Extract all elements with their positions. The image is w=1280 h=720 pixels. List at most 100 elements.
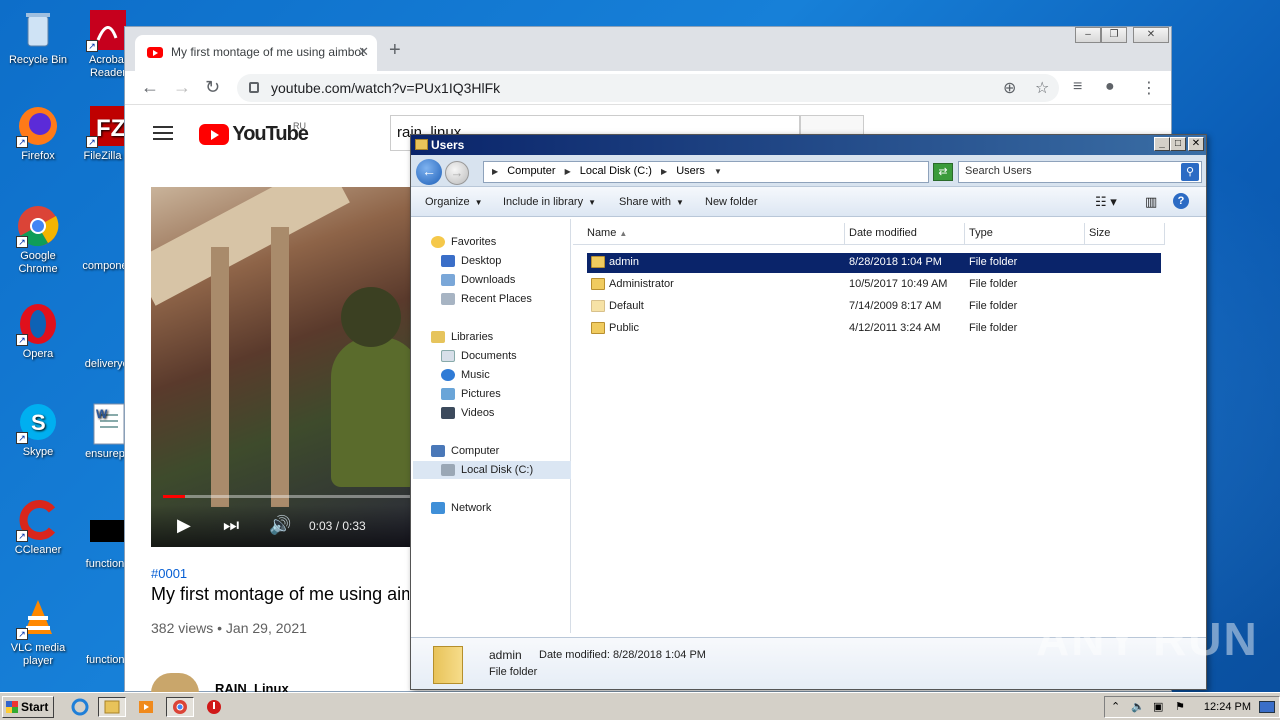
taskbar-explorer[interactable] xyxy=(98,697,126,717)
video-character xyxy=(331,337,411,487)
reload-icon[interactable]: ↻ xyxy=(205,77,220,98)
folder-icon xyxy=(591,256,605,268)
address-bar[interactable]: youtube.com/watch?v=PUx1IQ3HlFk xyxy=(237,74,1059,102)
video-player[interactable]: ▶ ⏭ 🔊 0:03 / 0:33 xyxy=(151,187,411,547)
desktop-icon-opera[interactable]: ↗ Opera xyxy=(0,302,76,361)
nav-music[interactable]: Music xyxy=(441,366,490,384)
profile-icon[interactable]: ● xyxy=(1105,78,1115,96)
video-progress-bar[interactable] xyxy=(163,495,411,498)
nav-pictures[interactable]: Pictures xyxy=(441,385,501,403)
search-input[interactable]: Search Users xyxy=(958,161,1202,183)
desktop-icon-recycle-bin[interactable]: Recycle Bin xyxy=(0,8,76,67)
youtube-logo[interactable]: YouTube RU xyxy=(199,121,309,146)
network-icon xyxy=(431,502,445,515)
file-row-administrator[interactable]: Administrator 10/5/2017 10:49 AM File fo… xyxy=(587,275,1161,295)
column-header-date[interactable]: Date modified xyxy=(845,223,965,245)
volume-icon[interactable]: 🔊 xyxy=(269,515,291,536)
nav-videos[interactable]: Videos xyxy=(441,404,494,422)
nav-favorites[interactable]: Favorites xyxy=(431,233,496,251)
nav-recent-places[interactable]: Recent Places xyxy=(441,290,532,308)
tab-close-icon[interactable]: ✕ xyxy=(358,44,369,60)
svg-text:FZ: FZ xyxy=(96,115,125,142)
add-icon[interactable]: ⊕ xyxy=(1003,78,1016,98)
new-tab-button[interactable]: + xyxy=(389,39,401,62)
desktop-icon-chrome[interactable]: ↗ Google Chrome xyxy=(0,204,76,276)
network-icon[interactable]: ▣ xyxy=(1153,700,1163,713)
column-header-size[interactable]: Size xyxy=(1085,223,1165,245)
maximize-button[interactable]: ❐ xyxy=(1101,27,1127,43)
explorer-window[interactable]: Users _ □ ✕ ← → ▶ Computer ▶ Local Disk … xyxy=(410,134,1207,690)
shortcut-arrow-icon: ↗ xyxy=(86,136,98,148)
desktop-icon-vlc[interactable]: ↗ VLC media player xyxy=(0,596,76,668)
menu-dots-icon[interactable]: ⋮ xyxy=(1141,78,1157,98)
explorer-title-bar[interactable]: Users _ □ ✕ xyxy=(411,135,1206,155)
close-button[interactable]: ✕ xyxy=(1188,137,1204,151)
taskbar-stop[interactable] xyxy=(200,697,228,717)
desktop-icon-firefox[interactable]: ↗ Firefox xyxy=(0,104,76,163)
minimize-button[interactable]: _ xyxy=(1154,137,1170,151)
sort-ascending-icon: ▲ xyxy=(619,229,628,238)
skype-icon: S ↗ xyxy=(16,400,60,444)
browser-tab[interactable]: My first montage of me using aimbot ✕ xyxy=(135,35,377,71)
channel-avatar[interactable] xyxy=(151,673,199,693)
file-row-public[interactable]: Public 4/12/2011 3:24 AM File folder xyxy=(587,319,1161,339)
search-icon[interactable]: ⚲ xyxy=(1181,163,1199,181)
back-arrow-icon[interactable]: ← xyxy=(141,77,159,98)
taskbar-ie[interactable] xyxy=(66,697,94,717)
show-desktop-icon[interactable] xyxy=(1259,701,1275,713)
file-name: Public xyxy=(609,322,639,334)
view-options-icon[interactable]: ☷ ▾ xyxy=(1095,194,1117,210)
forward-arrow-icon[interactable]: → xyxy=(173,77,191,98)
desktop-icon-skype[interactable]: S ↗ Skype xyxy=(0,400,76,459)
video-frame-plank xyxy=(151,187,350,306)
chevron-down-icon: ▼ xyxy=(714,167,722,176)
star-icon[interactable]: ☆ xyxy=(1035,78,1049,98)
volume-icon[interactable]: 🔈 xyxy=(1131,700,1145,713)
refresh-icon[interactable]: ⇄ xyxy=(933,163,953,181)
column-header-type[interactable]: Type xyxy=(965,223,1085,245)
taskbar-chrome[interactable] xyxy=(166,697,194,717)
hamburger-menu-icon[interactable] xyxy=(153,126,173,140)
organize-menu[interactable]: Organize ▼ xyxy=(425,196,483,208)
action-center-flag-icon[interactable]: ⚑ xyxy=(1175,700,1185,713)
start-button[interactable]: Start xyxy=(2,696,54,718)
nav-local-disk[interactable]: Local Disk (C:) xyxy=(413,461,571,479)
include-in-library-menu[interactable]: Include in library ▼ xyxy=(503,196,596,208)
forward-arrow-icon[interactable]: → xyxy=(445,161,469,185)
close-button[interactable]: ✕ xyxy=(1133,27,1169,43)
preview-pane-icon[interactable]: ▥ xyxy=(1145,194,1157,210)
nav-libraries[interactable]: Libraries xyxy=(431,328,493,346)
play-icon[interactable]: ▶ xyxy=(177,515,191,536)
breadcrumb-computer[interactable]: Computer xyxy=(507,165,555,177)
desktop-icon-ccleaner[interactable]: ↗ CCleaner xyxy=(0,498,76,557)
share-with-menu[interactable]: Share with ▼ xyxy=(619,196,684,208)
column-header-name[interactable]: Name ▲ xyxy=(573,223,845,245)
file-row-default[interactable]: Default 7/14/2009 8:17 AM File folder xyxy=(587,297,1161,317)
nav-computer[interactable]: Computer xyxy=(431,442,499,460)
vlc-icon: ↗ xyxy=(16,596,60,640)
chevron-down-icon: ▼ xyxy=(588,198,597,207)
help-icon[interactable]: ? xyxy=(1173,193,1189,209)
clock[interactable]: 12:24 PM xyxy=(1204,701,1251,713)
breadcrumb[interactable]: ▶ Computer ▶ Local Disk (C:) ▶ Users ▼ xyxy=(483,161,929,183)
column-label: Name xyxy=(587,227,617,239)
minimize-button[interactable]: ‒ xyxy=(1075,27,1101,43)
file-name: Default xyxy=(609,300,644,312)
maximize-button[interactable]: □ xyxy=(1170,137,1186,151)
taskbar-media-player[interactable] xyxy=(132,697,160,717)
file-row-admin[interactable]: admin 8/28/2018 1:04 PM File folder xyxy=(587,253,1161,273)
nav-label: Favorites xyxy=(451,236,497,248)
next-icon[interactable]: ⏭ xyxy=(223,515,239,536)
nav-documents[interactable]: Documents xyxy=(441,347,517,365)
media-queue-icon[interactable]: ≡ xyxy=(1073,78,1082,96)
breadcrumb-users[interactable]: Users xyxy=(676,165,705,177)
breadcrumb-local-disk[interactable]: Local Disk (C:) xyxy=(580,165,652,177)
show-hidden-icons-icon[interactable]: ⌃ xyxy=(1111,700,1120,713)
nav-desktop[interactable]: Desktop xyxy=(441,252,501,270)
nav-network[interactable]: Network xyxy=(431,499,491,517)
nav-downloads[interactable]: Downloads xyxy=(441,271,515,289)
back-arrow-icon[interactable]: ← xyxy=(416,159,442,185)
stop-icon xyxy=(207,700,221,714)
new-folder-button[interactable]: New folder xyxy=(705,196,758,208)
video-hashtag[interactable]: #0001 xyxy=(151,566,187,581)
